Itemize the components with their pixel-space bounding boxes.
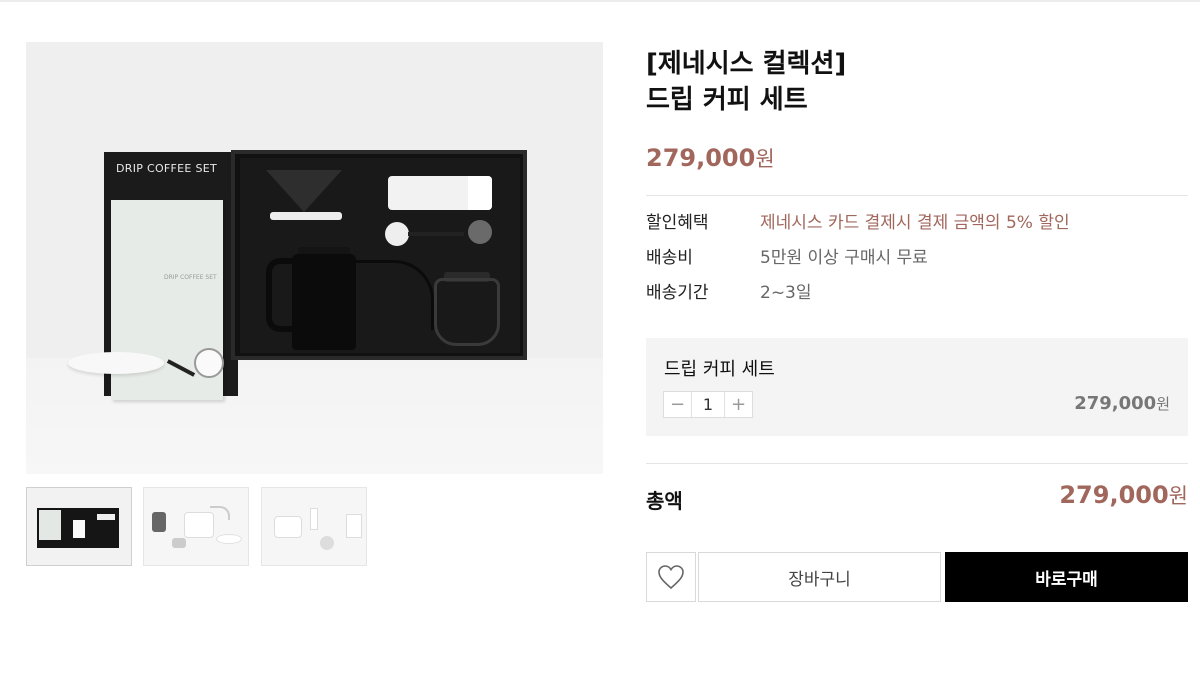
kettle-handle — [266, 258, 294, 332]
thumbnail-cup — [172, 538, 186, 548]
option-price-number: 279,000 — [1074, 393, 1157, 414]
coffee-server — [434, 278, 500, 346]
product-title-line2: 드립 커피 세트 — [646, 85, 808, 115]
thumbnail-scale — [346, 514, 362, 538]
quantity-increase-button[interactable]: + — [724, 392, 752, 417]
quantity-value[interactable]: 1 — [692, 392, 724, 417]
measuring-spoon-head — [468, 220, 492, 244]
product-title: [제네시스 컬렉션] 드립 커피 세트 — [646, 46, 1186, 118]
thumbnail-lid — [39, 510, 61, 540]
dripper-base — [270, 212, 342, 220]
add-to-cart-button[interactable]: 장바구니 — [698, 552, 941, 602]
thumbnail-2[interactable] — [143, 487, 249, 566]
wishlist-button[interactable] — [646, 552, 696, 602]
measuring-spoon-handle — [408, 232, 464, 236]
dripper — [266, 170, 342, 212]
total-label: 총액 — [646, 489, 683, 513]
product-price: 279,000원 — [646, 143, 775, 173]
total-price-unit: 원 — [1168, 484, 1188, 508]
delivery-label: 배송기간 — [646, 283, 709, 303]
product-main-image: DRIP COFFEE SET DRIP COFFEE SET — [26, 42, 603, 474]
thermometer-dial — [194, 348, 224, 378]
product-price-number: 279,000 — [646, 144, 756, 172]
thumbnail-handle — [152, 512, 166, 532]
shipping-value: 5만원 이상 구매시 무료 — [760, 248, 928, 268]
thumbnail-1[interactable] — [26, 487, 132, 566]
delivery-value: 2~3일 — [760, 283, 812, 303]
thumbnail-kettle — [73, 520, 85, 538]
thumbnail-kettle — [274, 516, 302, 538]
thumbnail-pad — [216, 534, 242, 544]
quantity-decrease-button[interactable]: − — [664, 392, 692, 417]
option-name: 드립 커피 세트 — [664, 359, 775, 380]
shipping-label: 배송비 — [646, 248, 693, 268]
total-divider — [646, 463, 1188, 464]
booklet-text: DRIP COFFEE SET — [164, 274, 217, 281]
drip-kettle — [292, 254, 356, 350]
thumbnail-grinder — [310, 508, 318, 530]
product-price-unit: 원 — [755, 147, 775, 171]
info-divider — [646, 195, 1188, 196]
option-price-unit: 원 — [1156, 395, 1170, 413]
top-divider — [0, 0, 1200, 2]
thumbnail-cup — [320, 536, 334, 550]
discount-value: 제네시스 카드 결제시 결제 금액의 5% 할인 — [760, 213, 1070, 233]
grinder-cap — [468, 176, 492, 210]
total-price-number: 279,000 — [1059, 481, 1169, 509]
product-title-line1: [제네시스 컬렉션] — [646, 49, 847, 79]
discount-label: 할인혜택 — [646, 213, 709, 233]
total-price: 279,000원 — [1059, 480, 1188, 510]
option-price: 279,000원 — [1074, 393, 1170, 414]
box-lid-text: DRIP COFFEE SET — [116, 162, 218, 175]
measuring-spoon-disc — [385, 222, 409, 246]
scale-pad — [68, 352, 164, 374]
buy-now-button[interactable]: 바로구매 — [945, 552, 1188, 602]
thumbnail-spout — [210, 506, 230, 520]
thumbnail-3[interactable] — [261, 487, 367, 566]
quantity-stepper: − 1 + — [663, 391, 753, 418]
selected-option-box: 드립 커피 세트 − 1 + 279,000원 — [646, 338, 1188, 436]
heart-icon — [658, 565, 684, 590]
thumbnail-grinder — [97, 514, 115, 520]
